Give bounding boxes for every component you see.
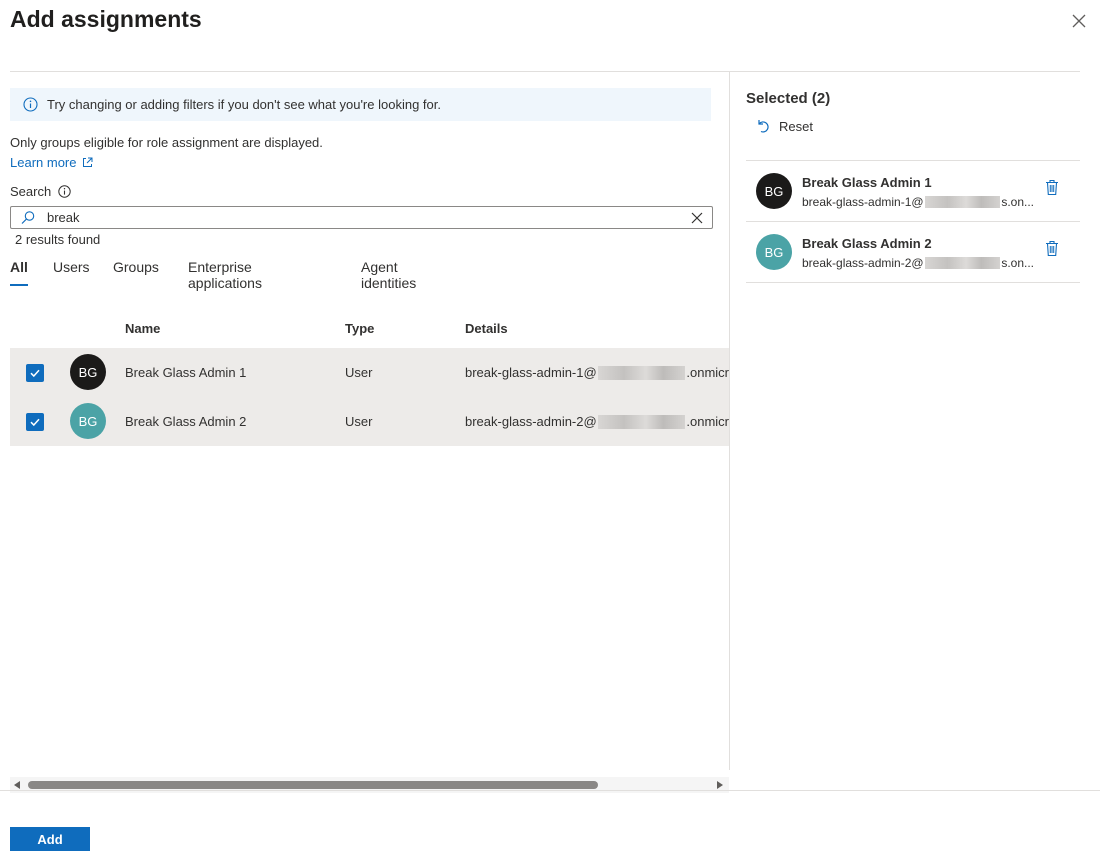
redacted-domain — [924, 196, 1001, 208]
trash-icon[interactable] — [1045, 179, 1059, 196]
results-count: 2 results found — [15, 232, 101, 247]
avatar: BG — [70, 403, 106, 439]
info-icon — [23, 97, 38, 112]
header-divider — [10, 71, 1080, 72]
row-type: User — [345, 414, 373, 429]
search-input[interactable] — [47, 208, 677, 227]
column-header-details[interactable]: Details — [465, 321, 508, 336]
row-details: break-glass-admin-2@ .onmicr — [465, 414, 729, 429]
redacted-domain — [597, 414, 686, 429]
details-prefix: break-glass-admin-2@ — [465, 414, 597, 429]
email-prefix: break-glass-admin-2@ — [802, 256, 924, 270]
avatar: BG — [756, 173, 792, 209]
table-header: Name Type Details — [10, 310, 729, 348]
eligibility-notice: Only groups eligible for role assignment… — [10, 135, 323, 150]
details-prefix: break-glass-admin-1@ — [465, 365, 597, 380]
email-suffix: s.on... — [1001, 195, 1034, 209]
avatar: BG — [756, 234, 792, 270]
row-checkbox[interactable] — [26, 364, 44, 382]
dialog-title: Add assignments — [10, 6, 202, 32]
selected-item-email: break-glass-admin-2@ s.on... — [802, 256, 1034, 270]
scrollbar-thumb[interactable] — [28, 781, 598, 789]
panel-divider — [729, 72, 730, 770]
selected-item: BG Break Glass Admin 1 break-glass-admin… — [746, 161, 1080, 222]
clear-search-icon[interactable] — [690, 211, 704, 225]
tab-users[interactable]: Users — [53, 259, 90, 287]
selected-item-name: Break Glass Admin 2 — [802, 236, 932, 251]
search-label: Search — [10, 184, 71, 199]
info-icon[interactable] — [58, 185, 71, 198]
close-button[interactable] — [1068, 10, 1090, 32]
checkmark-icon — [30, 369, 40, 378]
trash-icon[interactable] — [1045, 240, 1059, 257]
selected-item: BG Break Glass Admin 2 break-glass-admin… — [746, 222, 1080, 283]
email-prefix: break-glass-admin-1@ — [802, 195, 924, 209]
row-name: Break Glass Admin 2 — [125, 414, 247, 429]
row-name: Break Glass Admin 1 — [125, 365, 247, 380]
learn-more-label: Learn more — [10, 155, 77, 170]
selected-title: Selected (2) — [746, 90, 831, 107]
email-suffix: s.on... — [1001, 256, 1034, 270]
row-checkbox[interactable] — [26, 413, 44, 431]
info-message-bar: Try changing or adding filters if you do… — [10, 88, 711, 121]
add-button[interactable]: Add — [10, 827, 90, 851]
learn-more-link[interactable]: Learn more — [10, 155, 93, 170]
reset-label: Reset — [779, 118, 813, 134]
details-suffix: .onmicr — [686, 365, 729, 380]
info-message-text: Try changing or adding filters if you do… — [47, 97, 441, 112]
column-header-type[interactable]: Type — [345, 321, 374, 336]
search-label-text: Search — [10, 184, 52, 199]
checkmark-icon — [30, 418, 40, 427]
results-table: Name Type Details BG Break Glass Admin 1… — [10, 310, 729, 446]
selected-list: BG Break Glass Admin 1 break-glass-admin… — [746, 160, 1080, 283]
search-icon — [21, 211, 35, 224]
tab-all[interactable]: All — [10, 259, 28, 287]
row-type: User — [345, 365, 373, 380]
search-box — [10, 206, 713, 229]
reset-button[interactable]: Reset — [755, 118, 813, 134]
selected-item-name: Break Glass Admin 1 — [802, 175, 932, 190]
tab-agent-identities[interactable]: Agent identities — [361, 259, 416, 291]
footer-divider — [0, 790, 1100, 791]
redacted-domain — [597, 365, 686, 380]
redacted-domain — [924, 257, 1001, 269]
close-icon — [1072, 14, 1086, 28]
undo-icon — [758, 120, 769, 133]
external-link-icon — [83, 157, 93, 167]
table-row[interactable]: BG Break Glass Admin 1 User break-glass-… — [10, 348, 729, 397]
selected-item-email: break-glass-admin-1@ s.on... — [802, 195, 1034, 209]
tab-enterprise-applications[interactable]: Enterprise applications — [188, 259, 262, 291]
details-suffix: .onmicr — [686, 414, 729, 429]
table-row[interactable]: BG Break Glass Admin 2 User break-glass-… — [10, 397, 729, 446]
scroll-right-icon[interactable] — [717, 781, 723, 789]
row-details: break-glass-admin-1@ .onmicr — [465, 365, 729, 380]
tab-groups[interactable]: Groups — [113, 259, 159, 287]
scroll-left-icon[interactable] — [14, 781, 20, 789]
avatar: BG — [70, 354, 106, 390]
column-header-name[interactable]: Name — [125, 321, 160, 336]
